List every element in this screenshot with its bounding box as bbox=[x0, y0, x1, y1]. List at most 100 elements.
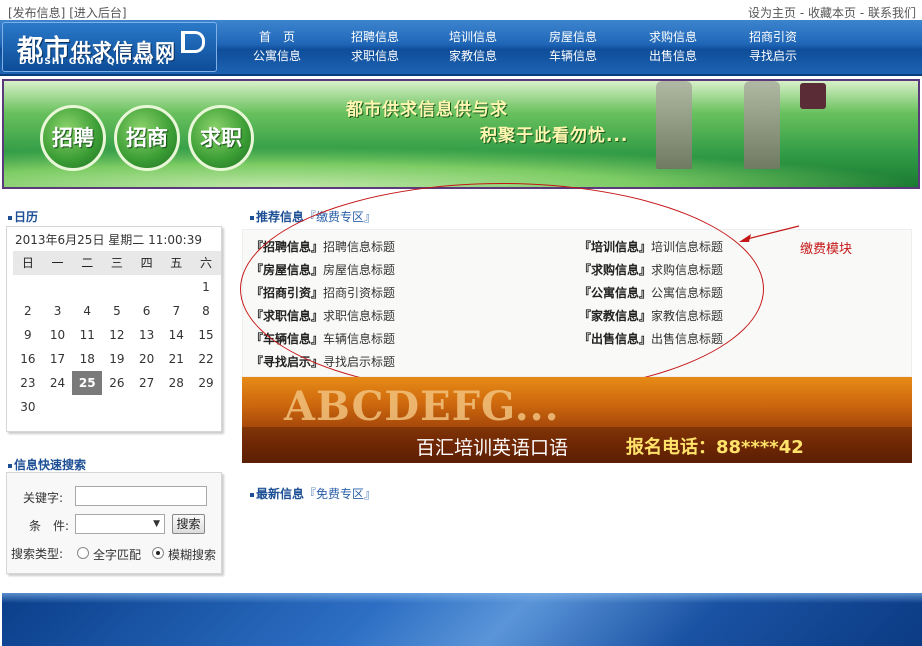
ad-letters: ABCDEFG... bbox=[284, 383, 560, 430]
nav-investment[interactable]: 招商引资 bbox=[728, 28, 818, 47]
keyword-input[interactable] bbox=[75, 486, 207, 506]
site-logo[interactable]: 都市供求信息网 DOUSHI GONG QIU XIN XI bbox=[2, 22, 217, 72]
contact-link[interactable]: - 联系我们 bbox=[860, 6, 916, 20]
calendar-title: 日历 bbox=[8, 208, 38, 225]
calendar-week-row: 9 10 11 12 13 14 15 bbox=[13, 323, 221, 347]
calendar-day[interactable]: 28 bbox=[161, 371, 191, 395]
calendar-empty-cell bbox=[43, 395, 73, 419]
calendar-day[interactable]: 18 bbox=[72, 347, 102, 371]
footer bbox=[2, 593, 922, 646]
calendar-day[interactable]: 9 bbox=[13, 323, 43, 347]
annotation-arrow-icon bbox=[739, 225, 800, 242]
calendar-day[interactable]: 26 bbox=[102, 371, 132, 395]
nav-vehicle[interactable]: 车辆信息 bbox=[528, 47, 618, 66]
bullet-square-icon bbox=[8, 215, 12, 220]
calendar-day[interactable]: 8 bbox=[191, 299, 221, 323]
calendar-day[interactable]: 13 bbox=[132, 323, 162, 347]
calendar-empty-cell bbox=[43, 275, 73, 299]
calendar-day[interactable]: 16 bbox=[13, 347, 43, 371]
calendar-day[interactable]: 1 bbox=[191, 275, 221, 299]
chevron-down-icon: ▼ bbox=[153, 519, 160, 529]
ad-banner[interactable]: ABCDEFG... 百汇培训英语口语 报名电话：88****42 bbox=[242, 377, 912, 463]
nav-column-5: 求购信息 出售信息 bbox=[628, 28, 718, 66]
banner-person-figure bbox=[744, 81, 780, 169]
nav-column-1: 首 页 公寓信息 bbox=[232, 28, 322, 66]
nav-tutoring[interactable]: 家教信息 bbox=[428, 47, 518, 66]
banner-briefcase-icon bbox=[800, 83, 826, 109]
nav-column-2: 招聘信息 求职信息 bbox=[330, 28, 420, 66]
calendar-grid: 日一二三四五六 1 2 3 4 5 6 7 8 9 10 11 12 13 14 15 16 17 18 19 20 21… bbox=[13, 251, 221, 419]
set-home-link[interactable]: 设为主页 bbox=[748, 6, 796, 20]
logo-en-text: DOUSHI GONG QIU XIN XI bbox=[19, 57, 170, 67]
nav-training[interactable]: 培训信息 bbox=[428, 28, 518, 47]
nav-notice[interactable]: 寻找启示 bbox=[728, 47, 818, 66]
calendar-day[interactable]: 11 bbox=[72, 323, 102, 347]
logo-e-mark-icon bbox=[181, 31, 205, 53]
calendar-day[interactable]: 7 bbox=[161, 299, 191, 323]
calendar-day[interactable]: 10 bbox=[43, 323, 73, 347]
ad-strip bbox=[242, 427, 912, 463]
calendar-day[interactable]: 17 bbox=[43, 347, 73, 371]
calendar-day[interactable]: 3 bbox=[43, 299, 73, 323]
calendar-day[interactable]: 20 bbox=[132, 347, 162, 371]
condition-select[interactable]: ▼ bbox=[75, 514, 165, 534]
nav-recruit[interactable]: 招聘信息 bbox=[330, 28, 420, 47]
exact-match-label: 全字匹配 bbox=[93, 548, 142, 562]
calendar-day[interactable]: 21 bbox=[161, 347, 191, 371]
nav-apartment[interactable]: 公寓信息 bbox=[232, 47, 322, 66]
calendar-day[interactable]: 4 bbox=[72, 299, 102, 323]
calendar-day[interactable]: 25 bbox=[72, 371, 103, 395]
nav-housing[interactable]: 房屋信息 bbox=[528, 28, 618, 47]
footer-shine bbox=[2, 593, 922, 603]
calendar-day[interactable]: 6 bbox=[132, 299, 162, 323]
header: 都市供求信息网 DOUSHI GONG QIU XIN XI 首 页 公寓信息 … bbox=[0, 20, 922, 76]
calendar-empty-cell bbox=[102, 275, 132, 299]
calendar-day[interactable]: 30 bbox=[13, 395, 43, 419]
publish-info-link[interactable]: [发布信息] bbox=[8, 6, 65, 20]
nav-column-4: 房屋信息 车辆信息 bbox=[528, 28, 618, 66]
calendar-day[interactable]: 19 bbox=[102, 347, 132, 371]
radio-exact-match[interactable] bbox=[77, 547, 89, 559]
top-left-links: [发布信息] [进入后台] bbox=[8, 4, 127, 21]
calendar-day[interactable]: 5 bbox=[102, 299, 132, 323]
calendar-week-row: 16 17 18 19 20 21 22 bbox=[13, 347, 221, 371]
banner-slogan-2: 积聚于此看勿忧... bbox=[480, 126, 629, 146]
annotation-ellipse bbox=[240, 183, 764, 395]
calendar-day[interactable]: 27 bbox=[132, 371, 162, 395]
calendar-weekday: 五 bbox=[161, 251, 192, 275]
calendar-day[interactable]: 22 bbox=[191, 347, 221, 371]
search-button[interactable]: 搜索 bbox=[172, 514, 205, 534]
latest-title: 最新信息『免费专区』 bbox=[250, 485, 376, 502]
calendar-day[interactable]: 23 bbox=[13, 371, 43, 395]
calendar-day[interactable]: 29 bbox=[191, 371, 221, 395]
nav-column-6: 招商引资 寻找启示 bbox=[728, 28, 818, 66]
calendar-day[interactable]: 14 bbox=[161, 323, 191, 347]
calendar-empty-cell bbox=[132, 275, 162, 299]
calendar-empty-cell bbox=[102, 395, 132, 419]
calendar-day[interactable]: 24 bbox=[43, 371, 73, 395]
calendar-empty-cell bbox=[161, 275, 191, 299]
nav-purchase[interactable]: 求购信息 bbox=[628, 28, 718, 47]
keyword-label: 关键字: bbox=[23, 491, 64, 505]
nav-job-seek[interactable]: 求职信息 bbox=[330, 47, 420, 66]
calendar-empty-cell bbox=[72, 275, 102, 299]
calendar-datetime: 2013年6月25日 星期二 11:00:39 bbox=[15, 233, 202, 247]
calendar-day[interactable]: 2 bbox=[13, 299, 43, 323]
search-type-label: 搜索类型: bbox=[11, 547, 64, 561]
calendar-empty-cell bbox=[191, 395, 221, 419]
nav-home[interactable]: 首 页 bbox=[232, 28, 322, 47]
bullet-square-icon bbox=[250, 215, 254, 220]
bullet-square-icon bbox=[250, 492, 254, 497]
radio-fuzzy-search[interactable] bbox=[152, 547, 164, 559]
calendar-weekday: 六 bbox=[191, 251, 221, 275]
fuzzy-search-label: 模糊搜索 bbox=[168, 548, 217, 562]
banner-slogan-1: 都市供求信息供与求 bbox=[346, 100, 508, 120]
calendar-weekday: 三 bbox=[102, 251, 132, 275]
calendar-day[interactable]: 12 bbox=[102, 323, 132, 347]
favorite-link[interactable]: - 收藏本页 bbox=[800, 6, 856, 20]
admin-link[interactable]: [进入后台] bbox=[69, 6, 126, 20]
calendar-empty-cell bbox=[72, 395, 102, 419]
calendar-day[interactable]: 15 bbox=[191, 323, 221, 347]
calendar-week-row: 2345678 bbox=[13, 299, 221, 323]
nav-sale[interactable]: 出售信息 bbox=[628, 47, 718, 66]
